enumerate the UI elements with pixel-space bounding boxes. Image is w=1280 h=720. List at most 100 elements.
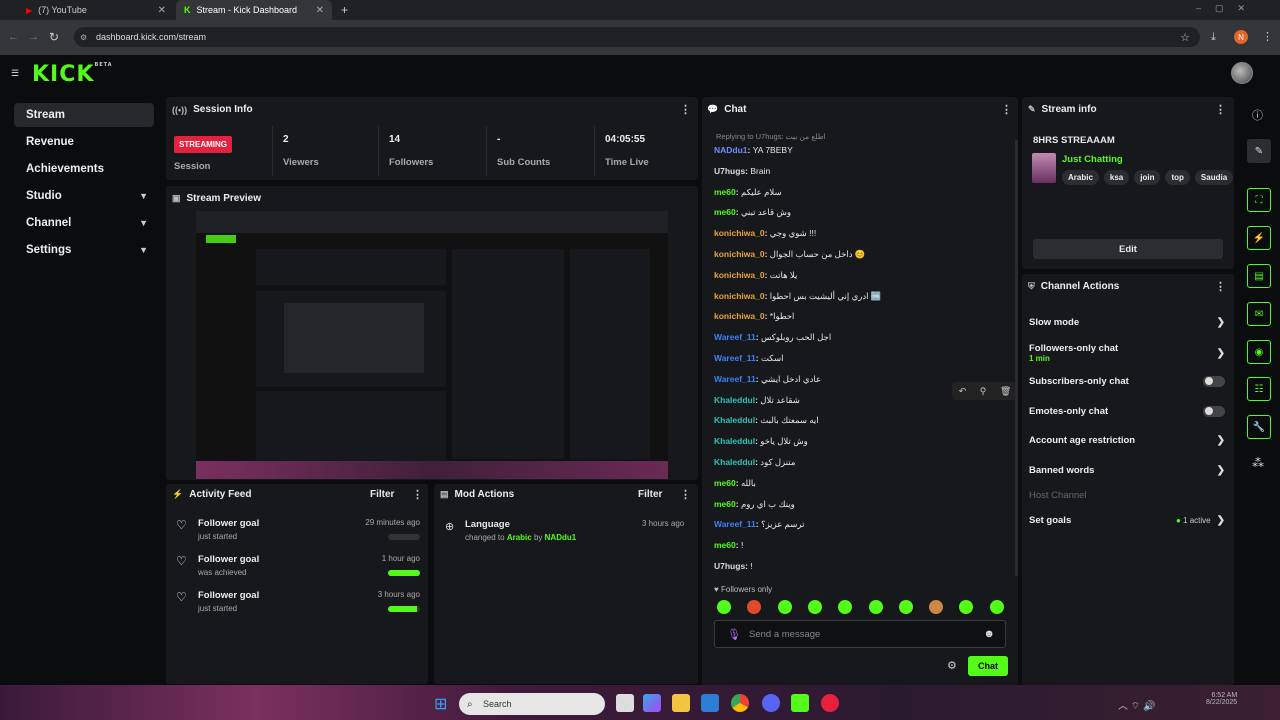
chat-username[interactable]: me60: [714, 478, 736, 488]
chat-message[interactable]: Wareef_11: اسكت: [714, 351, 783, 365]
broadcast-icon[interactable]: ◉: [1247, 340, 1271, 364]
action-account-age-restriction[interactable]: Account age restriction ❯: [1029, 432, 1225, 448]
copilot-icon[interactable]: [643, 694, 661, 712]
chat-username[interactable]: me60: [714, 540, 736, 550]
chat-username[interactable]: Wareef_11: [714, 353, 756, 363]
sidebar-item-studio[interactable]: Studio ▼: [14, 184, 154, 208]
sidebar-item-stream[interactable]: Stream: [14, 103, 154, 127]
chat-username[interactable]: me60: [714, 187, 736, 197]
chat-message[interactable]: konichiwa_0: *احطوا: [714, 309, 794, 323]
more-options-icon[interactable]: ⋮: [1215, 103, 1226, 116]
more-options-icon[interactable]: ⋮: [680, 103, 691, 116]
chat-icon[interactable]: ✉: [1247, 302, 1271, 326]
emote-icon[interactable]: [868, 600, 883, 614]
chrome-icon[interactable]: [731, 694, 749, 712]
wrench-icon[interactable]: 🔧: [1247, 415, 1271, 439]
chat-username[interactable]: Khaleddul: [714, 436, 755, 446]
action-set-goals[interactable]: Set goals ● 1 active ❯: [1029, 512, 1225, 528]
chat-username[interactable]: konichiwa_0: [714, 270, 765, 280]
sidebar-item-achievements[interactable]: Achievements: [14, 157, 154, 181]
action-followers-only-chat[interactable]: Followers-only chat 1 min ❯: [1029, 342, 1225, 364]
chat-username[interactable]: Wareef_11: [714, 519, 756, 529]
chat-message[interactable]: me60: بالله: [714, 476, 756, 490]
filter-button[interactable]: Filter: [638, 489, 662, 500]
chat-username[interactable]: konichiwa_0: [714, 291, 765, 301]
action-banned-words[interactable]: Banned words ❯: [1029, 462, 1225, 478]
download-icon[interactable]: ⤓: [1211, 31, 1216, 44]
chat-username[interactable]: konichiwa_0: [714, 228, 765, 238]
close-icon[interactable]: ✕: [158, 5, 166, 16]
new-tab-icon[interactable]: +: [341, 3, 348, 17]
chat-message[interactable]: Khaleddul: متنزل كود: [714, 455, 795, 469]
user-avatar[interactable]: [1231, 62, 1253, 84]
chat-username[interactable]: me60: [714, 499, 736, 509]
chat-message[interactable]: U7hugs: Brain: [714, 164, 770, 178]
tab-youtube[interactable]: ▶ (7) YouTube ✕: [18, 0, 174, 20]
clock[interactable]: 6:52 AM 8/22/2025: [1206, 692, 1237, 706]
kick-app-icon[interactable]: [791, 694, 809, 712]
toggle-switch[interactable]: [1203, 405, 1225, 417]
tab-kick-dashboard[interactable]: K Stream - Kick Dashboard ✕: [176, 0, 332, 20]
close-icon[interactable]: ✕: [316, 5, 324, 16]
chat-message[interactable]: konichiwa_0: يلا هاتت: [714, 268, 797, 282]
microphone-icon[interactable]: 🎙: [727, 628, 741, 641]
address-bar[interactable]: ⚙ dashboard.kick.com/stream ☆: [74, 27, 1200, 47]
chat-scrollbar[interactable]: [1015, 140, 1018, 576]
chat-username[interactable]: U7hugs: [714, 561, 745, 571]
more-options-icon[interactable]: ⋮: [1215, 280, 1226, 293]
filter-button[interactable]: Filter: [370, 489, 394, 500]
chat-username[interactable]: konichiwa_0: [714, 311, 765, 321]
chat-settings-icon[interactable]: ⚙: [947, 659, 957, 672]
edit-button[interactable]: Edit: [1033, 239, 1223, 259]
site-info-icon[interactable]: ⚙: [80, 33, 87, 42]
hamburger-icon[interactable]: ☰: [11, 68, 19, 78]
chat-username[interactable]: me60: [714, 207, 736, 217]
chat-username[interactable]: Wareef_11: [714, 374, 756, 384]
chat-message[interactable]: Wareef_11: ترسم عزيز؟: [714, 517, 804, 531]
more-options-icon[interactable]: ⋮: [1001, 103, 1012, 116]
chat-message[interactable]: Khaleddul: وش تلال ياخو: [714, 434, 808, 448]
clipboard-icon[interactable]: ▤: [1247, 264, 1271, 288]
profile-avatar[interactable]: N: [1234, 30, 1248, 44]
back-icon[interactable]: ←: [8, 31, 19, 43]
task-view-icon[interactable]: [616, 694, 634, 712]
emote-icon[interactable]: [717, 600, 731, 614]
forward-icon[interactable]: →: [28, 31, 39, 43]
file-explorer-icon[interactable]: [672, 694, 690, 712]
sidebar-item-revenue[interactable]: Revenue: [14, 130, 154, 154]
chat-username[interactable]: Wareef_11: [714, 332, 756, 342]
chat-message[interactable]: Wareef_11: اجل الحب روبلوكس: [714, 330, 831, 344]
chat-message[interactable]: konichiwa_0: ادري إني أليشيت بس احطوا 🆒: [714, 289, 881, 303]
store-icon[interactable]: [701, 694, 719, 712]
more-options-icon[interactable]: ⋮: [412, 488, 423, 501]
reload-icon[interactable]: ↻: [49, 30, 59, 44]
chat-username[interactable]: Khaleddul: [714, 395, 755, 405]
chat-message[interactable]: Khaleddul: ايه سمعتك بالبث: [714, 413, 819, 427]
stream-preview-video[interactable]: [196, 211, 668, 479]
chat-message[interactable]: me60: سلام عليكم: [714, 185, 782, 199]
chat-message[interactable]: NADdu1: YA 7BEBY: [714, 143, 793, 157]
window-controls[interactable]: –▢✕: [1196, 3, 1259, 14]
obs-icon[interactable]: [821, 694, 839, 712]
chat-message[interactable]: Khaleddul: شقاعد تلال: [714, 393, 800, 407]
sidebar-item-settings[interactable]: Settings ▼: [14, 238, 154, 262]
kick-logo[interactable]: KICKBETA: [32, 62, 113, 87]
more-options-icon[interactable]: ⋮: [680, 488, 691, 501]
stream-category[interactable]: Just Chatting: [1062, 154, 1123, 165]
chat-message[interactable]: me60: وش قاعد تبني: [714, 205, 791, 219]
lightning-icon[interactable]: ⚡: [1247, 226, 1271, 250]
action-slow-mode[interactable]: Slow mode ❯: [1029, 314, 1225, 330]
action-subscribers-only-chat[interactable]: Subscribers-only chat: [1029, 373, 1225, 389]
chat-username[interactable]: Khaleddul: [714, 415, 755, 425]
edit-pencil-icon[interactable]: ✎: [1247, 139, 1271, 163]
taskbar-search[interactable]: ⌕ Search: [459, 693, 605, 715]
chat-message[interactable]: me60: !: [714, 538, 743, 552]
chat-username[interactable]: konichiwa_0: [714, 249, 765, 259]
emote-icon[interactable]: [929, 600, 944, 614]
action-emotes-only-chat[interactable]: Emotes-only chat: [1029, 403, 1225, 419]
system-tray-icons[interactable]: ︿ ⌔ 🔊: [1118, 697, 1155, 713]
chat-message[interactable]: konichiwa_0: داخل من حساب الجوال 😊: [714, 247, 865, 261]
info-icon[interactable]: ⓘ: [1252, 107, 1263, 123]
message-hover-toolbar[interactable]: ↶ ⚲ 🗑: [952, 382, 1018, 400]
emoji-icon[interactable]: ☻: [983, 628, 995, 640]
